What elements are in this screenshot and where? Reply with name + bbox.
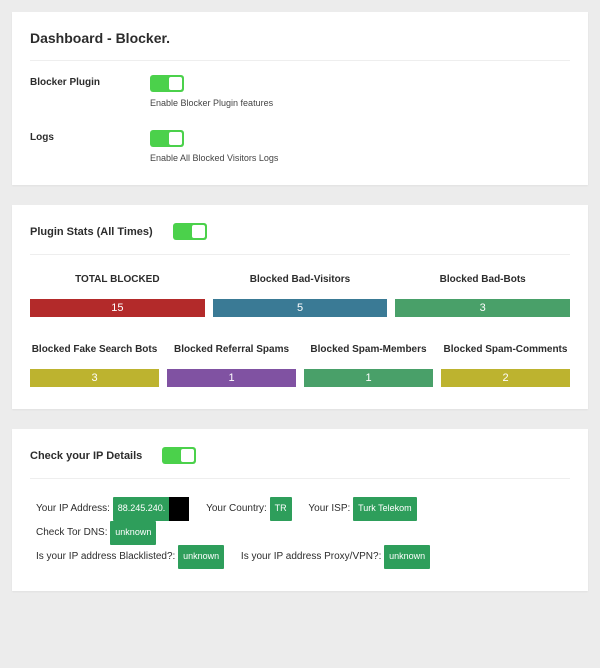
ip-country-value: TR — [270, 497, 292, 521]
stats-panel: Plugin Stats (All Times) TOTAL BLOCKED 1… — [12, 205, 588, 409]
dashboard-panel: Dashboard - Blocker. Blocker Plugin Enab… — [12, 12, 588, 185]
stat-value: 3 — [395, 299, 570, 317]
ip-tor-value: unknown — [110, 521, 156, 545]
ip-isp-item: Your ISP: Turk Telekom — [308, 497, 416, 521]
stats-row-1: TOTAL BLOCKED 15 Blocked Bad-Visitors 5 … — [30, 269, 570, 317]
stat-value: 2 — [441, 369, 570, 387]
setting-row-logs: Logs Enable All Blocked Visitors Logs — [30, 130, 570, 163]
ip-proxy-item: Is your IP address Proxy/VPN?: unknown — [241, 545, 430, 569]
ip-title: Check your IP Details — [30, 450, 142, 462]
setting-hint: Enable Blocker Plugin features — [150, 98, 273, 108]
divider — [30, 254, 570, 255]
ip-tor-item: Check Tor DNS: unknown — [36, 521, 156, 545]
setting-label: Logs — [30, 130, 150, 143]
divider — [30, 478, 570, 479]
ip-isp-value: Turk Telekom — [353, 497, 417, 521]
ip-blacklist-item: Is your IP address Blacklisted?: unknown — [36, 545, 224, 569]
ip-country-item: Your Country: TR — [206, 497, 292, 521]
ip-proxy-label: Is your IP address Proxy/VPN?: — [241, 551, 381, 562]
stat-label: Blocked Referral Spams — [174, 339, 289, 361]
stat-value: 15 — [30, 299, 205, 317]
toggle-knob — [169, 132, 182, 145]
setting-body: Enable All Blocked Visitors Logs — [150, 130, 278, 163]
stat-label: Blocked Bad-Bots — [440, 269, 526, 291]
ip-blacklist-label: Is your IP address Blacklisted?: — [36, 551, 175, 562]
ip-address-item: Your IP Address: 88.245.240. — [36, 497, 189, 521]
stat-fake-search-bots: Blocked Fake Search Bots 3 — [30, 339, 159, 387]
ip-address-value: 88.245.240. — [113, 497, 190, 521]
stat-bad-bots: Blocked Bad-Bots 3 — [395, 269, 570, 317]
stat-value: 1 — [167, 369, 296, 387]
ip-isp-label: Your ISP: — [308, 503, 350, 514]
ip-header: Check your IP Details — [30, 447, 570, 464]
page-title: Dashboard - Blocker. — [30, 30, 570, 46]
ip-toggle[interactable] — [162, 447, 196, 464]
toggle-knob — [181, 449, 194, 462]
setting-body: Enable Blocker Plugin features — [150, 75, 273, 108]
stat-label: Blocked Bad-Visitors — [250, 269, 350, 291]
stats-row-2: Blocked Fake Search Bots 3 Blocked Refer… — [30, 339, 570, 387]
setting-label: Blocker Plugin — [30, 75, 150, 88]
stat-label: Blocked Fake Search Bots — [32, 339, 158, 361]
stat-value: 5 — [213, 299, 388, 317]
stats-toggle[interactable] — [173, 223, 207, 240]
ip-details: Your IP Address: 88.245.240. Your Countr… — [30, 497, 570, 569]
stat-value: 1 — [304, 369, 433, 387]
ip-country-label: Your Country: — [206, 503, 267, 514]
ip-address-label: Your IP Address: — [36, 503, 110, 514]
toggle-knob — [169, 77, 182, 90]
divider — [30, 60, 570, 61]
ip-blacklist-value: unknown — [178, 545, 224, 569]
setting-hint: Enable All Blocked Visitors Logs — [150, 153, 278, 163]
toggle-knob — [192, 225, 205, 238]
stat-total-blocked: TOTAL BLOCKED 15 — [30, 269, 205, 317]
ip-proxy-value: unknown — [384, 545, 430, 569]
blocker-plugin-toggle[interactable] — [150, 75, 184, 92]
stat-spam-comments: Blocked Spam-Comments 2 — [441, 339, 570, 387]
stat-value: 3 — [30, 369, 159, 387]
stats-title: Plugin Stats (All Times) — [30, 226, 153, 238]
stats-header: Plugin Stats (All Times) — [30, 223, 570, 240]
stat-label: TOTAL BLOCKED — [75, 269, 159, 291]
stat-bad-visitors: Blocked Bad-Visitors 5 — [213, 269, 388, 317]
stat-label: Blocked Spam-Comments — [444, 339, 568, 361]
logs-toggle[interactable] — [150, 130, 184, 147]
stat-label: Blocked Spam-Members — [310, 339, 426, 361]
stat-referral-spams: Blocked Referral Spams 1 — [167, 339, 296, 387]
ip-tor-label: Check Tor DNS: — [36, 527, 108, 538]
ip-panel: Check your IP Details Your IP Address: 8… — [12, 429, 588, 591]
setting-row-plugin: Blocker Plugin Enable Blocker Plugin fea… — [30, 75, 570, 108]
stat-spam-members: Blocked Spam-Members 1 — [304, 339, 433, 387]
